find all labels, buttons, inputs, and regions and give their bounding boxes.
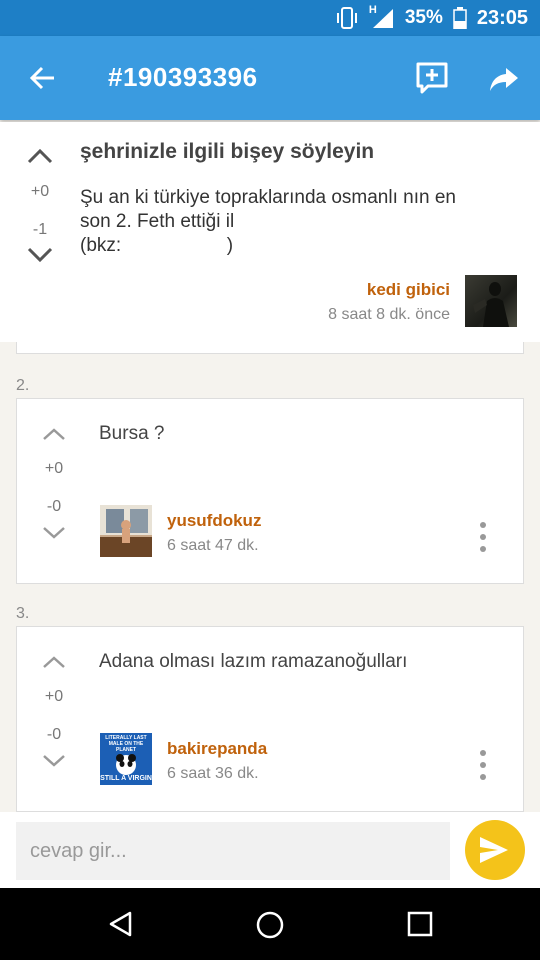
system-nav-bar: [0, 888, 540, 960]
more-options-icon[interactable]: [477, 521, 489, 553]
avatar[interactable]: [465, 275, 517, 327]
avatar-caption: STILL A VIRGIN: [100, 775, 152, 782]
send-icon: [480, 837, 508, 863]
add-comment-icon[interactable]: [414, 60, 450, 96]
post-time: 6 saat 47 dk.: [167, 537, 259, 554]
thread-title: şehrinizle ilgili bişey söyleyin: [80, 140, 375, 163]
reply-composer: [0, 812, 540, 888]
downvote-count: -1: [32, 221, 48, 238]
downvote-count: -0: [46, 726, 62, 743]
thread-header: +0 -1 şehrinizle ilgili bişey söyleyin Ş…: [0, 122, 540, 342]
nav-back-icon[interactable]: [107, 910, 135, 938]
post-time: 8 saat 8 dk. önce: [328, 306, 450, 323]
thread-body: Şu an ki türkiye topraklarında osmanlı n…: [80, 186, 510, 258]
vibrate-icon: [335, 7, 359, 29]
avatar[interactable]: [100, 505, 152, 557]
reply-card: +0 -0 Adana olması lazım ramazanoğulları…: [16, 626, 524, 812]
author-name[interactable]: bakirepanda: [167, 739, 267, 759]
previous-reply-bottom: [16, 342, 524, 354]
upvote-chevron-icon[interactable]: [29, 655, 79, 674]
battery-percent: 35%: [404, 7, 443, 28]
downvote-chevron-icon[interactable]: [29, 754, 79, 773]
thread-body-line[interactable]: (bkz: ): [80, 234, 510, 258]
upvote-count: +0: [44, 460, 64, 477]
author-name[interactable]: yusufdokuz: [167, 511, 261, 531]
author-name[interactable]: kedi gibici: [328, 280, 450, 300]
reply-input[interactable]: [16, 822, 450, 880]
reply-text: Bursa ?: [99, 423, 165, 444]
upvote-chevron-icon[interactable]: [15, 148, 65, 169]
signal-icon: H: [368, 4, 395, 29]
downvote-count: -0: [46, 498, 62, 515]
reply-index: 2.: [16, 377, 30, 394]
downvote-chevron-icon[interactable]: [15, 247, 65, 268]
upvote-count: +0: [30, 183, 50, 200]
avatar[interactable]: LITERALLY LAST MALE ON THE PLANET STILL …: [100, 733, 152, 785]
clock: 23:05: [476, 6, 528, 29]
upvote-chevron-icon[interactable]: [29, 427, 79, 446]
upvote-count: +0: [44, 688, 64, 705]
entry-id-title: #190393396: [108, 62, 258, 92]
post-time: 6 saat 36 dk.: [167, 765, 259, 782]
status-bar: H 35% 23:05: [0, 0, 540, 36]
thread-author: kedi gibici 8 saat 8 dk. önce: [328, 280, 450, 324]
share-icon[interactable]: [486, 60, 522, 96]
battery-icon: [453, 7, 467, 29]
send-button[interactable]: [465, 820, 525, 880]
reply-vote: +0 -0: [29, 427, 79, 545]
thread-body-line: son 2. Feth ettiği il: [80, 211, 235, 232]
reply-index: 3.: [16, 605, 30, 622]
nav-recents-icon[interactable]: [406, 910, 434, 938]
reply-vote: +0 -0: [29, 655, 79, 773]
reply-card: +0 -0 Bursa ? yusufdokuz 6 saat 47 dk.: [16, 398, 524, 584]
signal-type-label: H: [368, 4, 377, 16]
thread-body-line: Şu an ki türkiye topraklarında osmanlı n…: [80, 187, 456, 208]
nav-home-icon[interactable]: [255, 910, 285, 940]
app-bar: #190393396: [0, 36, 540, 120]
back-arrow-icon[interactable]: [24, 60, 60, 96]
thread-vote: +0 -1: [15, 148, 65, 268]
reply-text: Adana olması lazım ramazanoğulları: [99, 651, 408, 672]
downvote-chevron-icon[interactable]: [29, 526, 79, 545]
more-options-icon[interactable]: [477, 749, 489, 781]
avatar-caption: LITERALLY LAST MALE ON THE PLANET: [105, 735, 147, 753]
